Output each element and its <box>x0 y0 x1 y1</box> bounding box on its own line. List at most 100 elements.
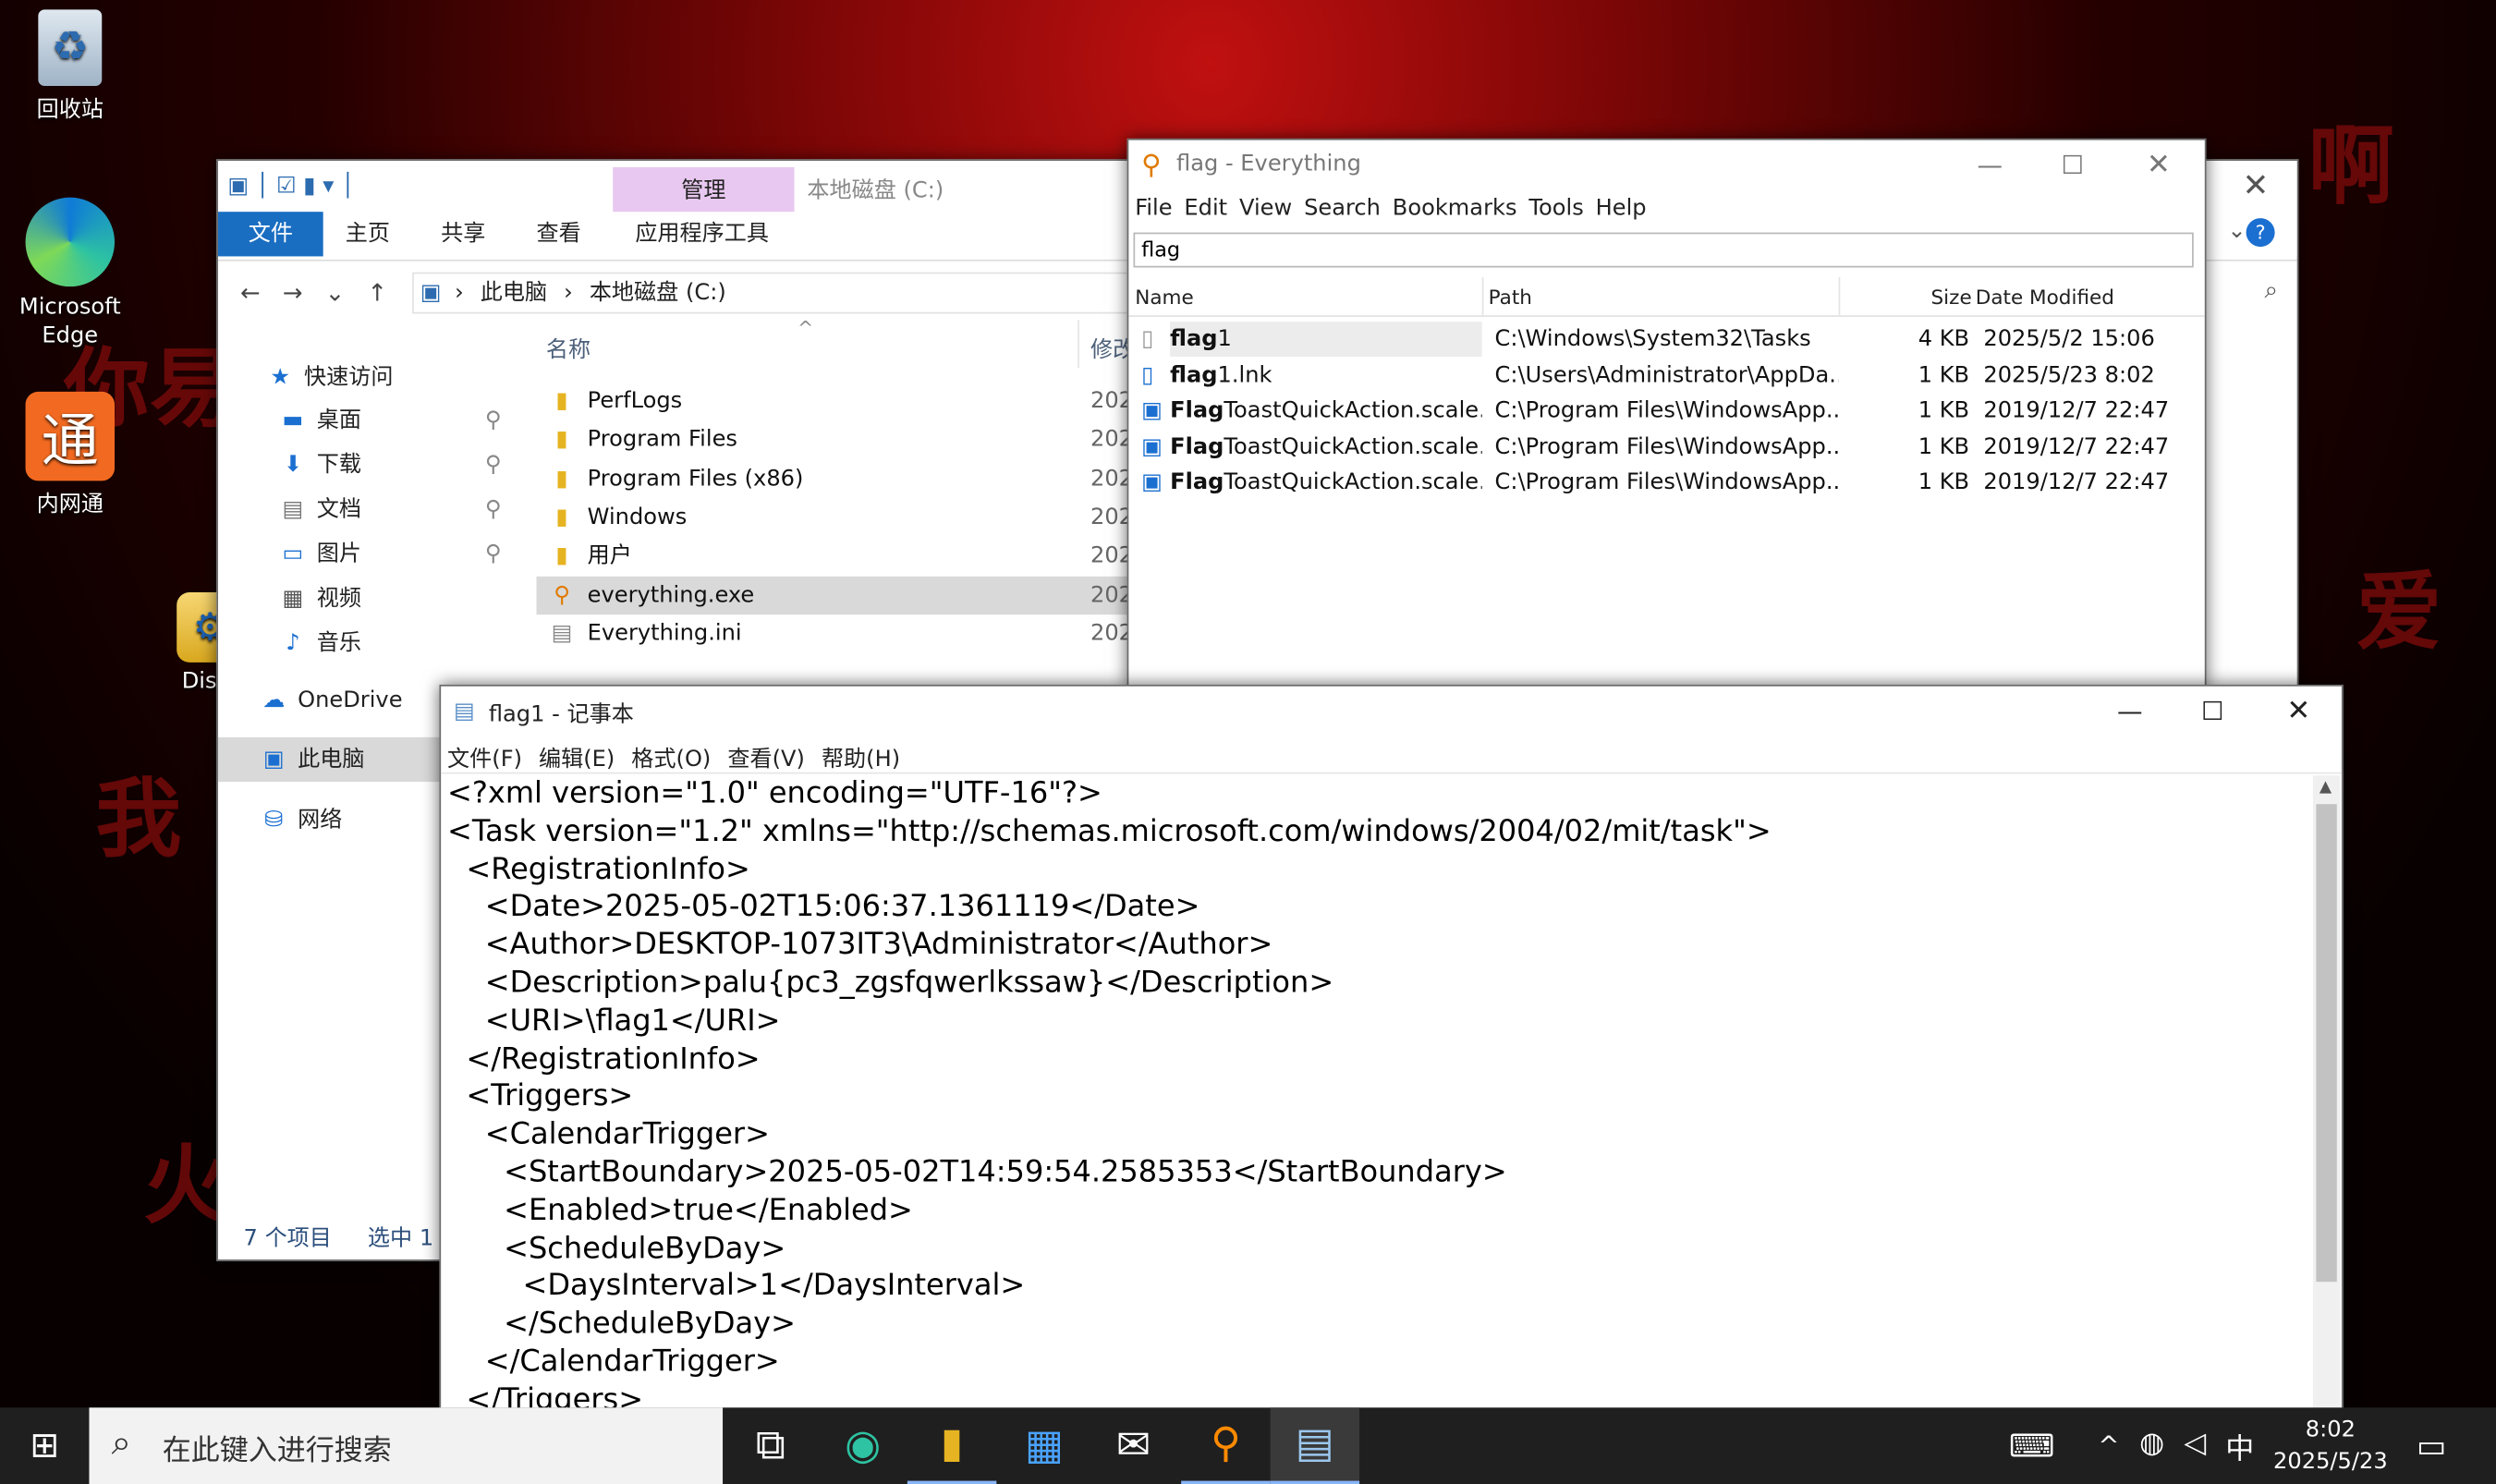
column-header-name[interactable]: 名称 <box>546 333 591 364</box>
address-bar[interactable]: ▣ › 此电脑 › 本地磁盘 (C:) <box>412 272 1132 314</box>
result-row[interactable]: ▣ FlagToastQuickAction.scale... C:\Progr… <box>1135 394 2188 429</box>
menu-file[interactable]: File <box>1135 196 1172 222</box>
clock[interactable]: 8:02 2025/5/23 <box>2273 1414 2388 1478</box>
scrollbar-thumb[interactable] <box>2316 804 2337 1283</box>
nav-item-downloads[interactable]: ⬇ 下载 ⚲ <box>278 445 502 483</box>
contextual-tab-group: 管理 <box>613 166 795 213</box>
desktop-icon-edge[interactable]: Microsoft Edge <box>6 197 134 350</box>
pin-icon[interactable]: ⚲ <box>485 401 502 439</box>
file-row-selected[interactable]: ⚲ everything.exe 202 <box>536 576 1142 615</box>
pin-icon[interactable]: ⚲ <box>485 535 502 573</box>
wallpaper-glyph: 我 <box>95 767 182 870</box>
breadcrumb-this-pc[interactable]: 此电脑 <box>481 280 547 306</box>
tab-home[interactable]: 主页 <box>323 212 412 256</box>
minimize-button[interactable]: — <box>1947 140 2033 189</box>
maximize-button[interactable]: ☐ <box>2170 687 2256 735</box>
notepad-icon[interactable]: ▤ <box>1270 1407 1360 1484</box>
vertical-scrollbar[interactable]: ▲ <box>2312 775 2341 1419</box>
result-row[interactable]: ▣ FlagToastQuickAction.scale... C:\Progr… <box>1135 465 2188 500</box>
nav-onedrive[interactable]: ☁ OneDrive <box>260 682 402 720</box>
menu-help[interactable]: 帮助(H) <box>822 747 900 772</box>
nav-item-pictures[interactable]: ▭ 图片 ⚲ <box>278 535 502 573</box>
pin-icon[interactable]: ⚲ <box>485 445 502 483</box>
tab-file[interactable]: 文件 <box>217 212 323 257</box>
nav-item-videos[interactable]: ▦ 视频 <box>278 579 361 617</box>
menu-help[interactable]: Help <box>1596 196 1647 222</box>
help-icon[interactable]: ? <box>2246 218 2275 248</box>
everything-window[interactable]: ⚲ flag - Everything — ☐ ✕ File Edit View… <box>1126 138 2207 690</box>
minimize-button[interactable]: — <box>2087 687 2173 735</box>
file-row[interactable]: ▤ Everything.ini 202 <box>537 614 1142 652</box>
menu-search[interactable]: Search <box>1304 196 1381 222</box>
close-button[interactable]: ✕ <box>2115 140 2201 189</box>
quick-access-toolbar-icon[interactable]: ▣ │ ☑ ▮ ▾ │ <box>227 174 354 200</box>
column-header-size[interactable]: Size <box>1931 277 1972 319</box>
start-button[interactable]: ⊞ <box>0 1407 89 1484</box>
taskbar-search-box[interactable]: ⌕ 在此键入进行搜索 <box>89 1407 724 1484</box>
column-header-name[interactable]: Name <box>1135 277 1194 319</box>
file-row[interactable]: ▮ Windows 202 <box>537 498 1142 536</box>
store-icon[interactable]: ▦ <box>1000 1407 1089 1484</box>
file-row[interactable]: ▮ Program Files (x86) 202 <box>537 460 1142 498</box>
explorer-close-button[interactable]: ✕ <box>2214 161 2297 209</box>
tab-share[interactable]: 共享 <box>419 212 507 256</box>
column-divider[interactable] <box>1078 320 1079 369</box>
menu-edit[interactable]: Edit <box>1184 196 1227 222</box>
menu-bookmarks[interactable]: Bookmarks <box>1393 196 1517 222</box>
task-view-icon[interactable]: ⧉ <box>726 1407 815 1484</box>
desktop-icon-neiwangtong[interactable]: 通 内网通 <box>6 391 134 519</box>
file-row[interactable]: ▮ 用户 202 <box>537 537 1142 575</box>
menu-view[interactable]: 查看(V) <box>727 747 805 772</box>
nav-network[interactable]: ⛁ 网络 <box>260 801 342 839</box>
nav-quick-access[interactable]: ★ 快速访问 <box>266 359 393 396</box>
result-row[interactable]: ▯ flag1 C:\Windows\System32\Tasks 4 KB 2… <box>1135 322 2188 357</box>
notepad-window[interactable]: ▤ flag1 - 记事本 — ☐ ✕ 文件(F) 编辑(E) 格式(O) 查看… <box>439 684 2344 1421</box>
video-icon: ▦ <box>282 586 304 612</box>
file-row[interactable]: ▮ PerfLogs 202 <box>537 383 1142 420</box>
nav-this-pc[interactable]: ▣ 此电脑 <box>260 740 365 778</box>
desktop-icon-recycle-bin[interactable]: ♻ 回收站 <box>6 9 134 124</box>
menu-tools[interactable]: Tools <box>1528 196 1583 222</box>
close-button[interactable]: ✕ <box>2256 687 2342 735</box>
column-header-date[interactable]: Date Modified <box>1976 277 2114 319</box>
scroll-up-icon[interactable]: ▲ <box>2319 779 2332 797</box>
menu-edit[interactable]: 编辑(E) <box>539 747 615 772</box>
clock-date: 2025/5/23 <box>2273 1449 2388 1475</box>
column-header-path[interactable]: Path <box>1489 277 1532 319</box>
column-divider[interactable] <box>1838 276 1841 316</box>
menu-view[interactable]: View <box>1239 196 1292 222</box>
result-row[interactable]: ▣ FlagToastQuickAction.scale... C:\Progr… <box>1135 430 2188 465</box>
chevron-up-icon[interactable]: ^ <box>2098 1429 2119 1460</box>
pin-icon[interactable]: ⚲ <box>485 491 502 529</box>
name-rest: ToastQuickAction.scale... <box>1224 434 1482 461</box>
result-row[interactable]: ▯ flag1.lnk C:\Users\Administrator\AppDa… <box>1135 359 2188 394</box>
notepad-text-area[interactable]: <?xml version="1.0" encoding="UTF-16"?> <… <box>447 775 2309 1418</box>
ime-indicator[interactable]: 中 <box>2225 1427 2254 1468</box>
menu-format[interactable]: 格式(O) <box>631 747 711 772</box>
nav-item-music[interactable]: ♪ 音乐 <box>278 624 361 662</box>
keyboard-icon[interactable]: ⌨ <box>2009 1427 2055 1465</box>
everything-search-input[interactable]: flag <box>1133 232 2194 268</box>
mail-icon[interactable]: ✉ <box>1089 1407 1177 1484</box>
menu-file[interactable]: 文件(F) <box>447 747 522 772</box>
nav-item-documents[interactable]: ▤ 文档 ⚲ <box>278 491 502 529</box>
file-row[interactable]: ▮ Program Files 202 <box>537 420 1142 458</box>
search-icon[interactable]: ⌕ <box>2265 275 2278 304</box>
everything-icon[interactable]: ⚲ <box>1181 1407 1271 1484</box>
file-explorer-icon[interactable]: ▮ <box>907 1407 997 1484</box>
maximize-button[interactable]: ☐ <box>2029 140 2115 189</box>
nav-item-desktop[interactable]: ▬ 桌面 ⚲ <box>278 401 502 439</box>
edge-icon[interactable]: ◉ <box>818 1407 907 1484</box>
result-path: C:\Windows\System32\Tasks <box>1494 326 1811 352</box>
notification-icon[interactable]: ▭ <box>2417 1427 2447 1465</box>
nav-buttons[interactable]: ←→⌄↑ <box>240 279 409 308</box>
tab-view[interactable]: 查看 <box>514 212 603 256</box>
image-file-icon: ▣ <box>1141 469 1163 495</box>
ribbon-expand-icon[interactable]: ⌄ <box>2227 218 2246 244</box>
tab-app-tools[interactable]: 应用程序工具 <box>613 212 791 256</box>
text-line: <StartBoundary>2025-05-02T14:59:54.25853… <box>447 1155 1507 1190</box>
breadcrumb-c-drive[interactable]: 本地磁盘 (C:) <box>590 280 726 306</box>
network-globe-icon[interactable]: ◍ <box>2139 1427 2164 1460</box>
volume-icon[interactable]: ◁ <box>2184 1427 2206 1460</box>
column-divider[interactable] <box>1481 276 1484 316</box>
